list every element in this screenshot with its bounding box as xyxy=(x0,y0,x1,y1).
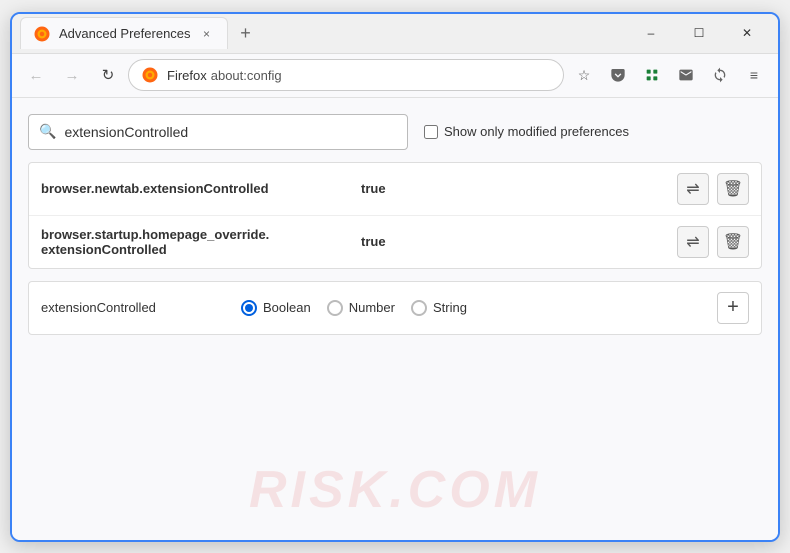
pocket-button[interactable] xyxy=(602,59,634,91)
reload-button[interactable]: ↻ xyxy=(92,59,124,91)
firefox-tab-icon xyxy=(33,25,51,43)
show-modified-checkbox[interactable] xyxy=(424,125,438,139)
search-area: 🔍 Show only modified preferences xyxy=(28,114,762,150)
browser-window: Advanced Preferences × + – ☐ ✕ ← → ↻ Fir… xyxy=(10,12,780,542)
pref-name-2: browser.startup.homepage_override. exten… xyxy=(41,227,361,257)
pref-value-1: true xyxy=(361,181,677,196)
type-number[interactable]: Number xyxy=(327,300,395,316)
trash-icon-2: 🗑 xyxy=(723,232,743,252)
row-1-actions: ⇌ 🗑 xyxy=(677,173,749,205)
results-table: browser.newtab.extensionControlled true … xyxy=(28,162,762,269)
forward-button[interactable]: → xyxy=(56,59,88,91)
boolean-label: Boolean xyxy=(263,300,311,315)
number-label: Number xyxy=(349,300,395,315)
search-input[interactable] xyxy=(64,124,397,140)
extension-icon xyxy=(644,67,660,83)
address-origin: Firefox xyxy=(167,68,207,83)
watermark: RISK.COM xyxy=(249,460,541,520)
trash-icon-1: 🗑 xyxy=(723,179,743,199)
boolean-radio[interactable] xyxy=(241,300,257,316)
address-path: about:config xyxy=(211,68,282,83)
show-modified-label[interactable]: Show only modified preferences xyxy=(424,124,629,139)
minimize-button[interactable]: – xyxy=(628,17,674,49)
swap-button-2[interactable]: ⇌ xyxy=(677,226,709,258)
title-bar: Advanced Preferences × + – ☐ ✕ xyxy=(12,14,778,54)
search-wrapper[interactable]: 🔍 xyxy=(28,114,408,150)
pref-name-2-line2: extensionControlled xyxy=(41,242,361,257)
show-modified-text: Show only modified preferences xyxy=(444,124,629,139)
bookmark-button[interactable]: ☆ xyxy=(568,59,600,91)
delete-button-1[interactable]: 🗑 xyxy=(717,173,749,205)
pref-value-2: true xyxy=(361,234,677,249)
tab-close-button[interactable]: × xyxy=(199,26,215,42)
nav-icons: ☆ xyxy=(568,59,770,91)
sync-button[interactable] xyxy=(704,59,736,91)
pref-name-2-line1: browser.startup.homepage_override. xyxy=(41,227,361,242)
swap-icon-1: ⇌ xyxy=(686,179,699,199)
address-text: Firefox about:config xyxy=(167,68,282,83)
search-icon: 🔍 xyxy=(39,123,56,140)
tab-title: Advanced Preferences xyxy=(59,26,191,41)
back-button[interactable]: ← xyxy=(20,59,52,91)
add-pref-button[interactable]: + xyxy=(717,292,749,324)
swap-button-1[interactable]: ⇌ xyxy=(677,173,709,205)
string-radio[interactable] xyxy=(411,300,427,316)
type-options: Boolean Number String xyxy=(241,300,697,316)
type-string[interactable]: String xyxy=(411,300,467,316)
email-icon xyxy=(678,67,694,83)
number-radio[interactable] xyxy=(327,300,343,316)
pocket-icon xyxy=(610,67,626,83)
address-bar[interactable]: Firefox about:config xyxy=(128,59,564,91)
new-pref-name: extensionControlled xyxy=(41,300,221,315)
delete-button-2[interactable]: 🗑 xyxy=(717,226,749,258)
main-content: RISK.COM 🔍 Show only modified preference… xyxy=(12,98,778,540)
row-2-actions: ⇌ 🗑 xyxy=(677,226,749,258)
menu-button[interactable]: ≡ xyxy=(738,59,770,91)
close-button[interactable]: ✕ xyxy=(724,17,770,49)
table-row: browser.startup.homepage_override. exten… xyxy=(29,216,761,268)
table-row: browser.newtab.extensionControlled true … xyxy=(29,163,761,216)
nav-bar: ← → ↻ Firefox about:config ☆ xyxy=(12,54,778,98)
maximize-button[interactable]: ☐ xyxy=(676,17,722,49)
window-controls: – ☐ ✕ xyxy=(628,17,770,49)
string-label: String xyxy=(433,300,467,315)
swap-icon-2: ⇌ xyxy=(686,232,699,252)
active-tab[interactable]: Advanced Preferences × xyxy=(20,17,228,49)
email-button[interactable] xyxy=(670,59,702,91)
add-pref-row: extensionControlled Boolean Number Strin… xyxy=(28,281,762,335)
extension-button[interactable] xyxy=(636,59,668,91)
type-boolean[interactable]: Boolean xyxy=(241,300,311,316)
pref-name-1: browser.newtab.extensionControlled xyxy=(41,181,361,196)
new-tab-button[interactable]: + xyxy=(232,19,260,47)
firefox-browser-icon xyxy=(141,66,159,84)
sync-icon xyxy=(712,67,728,83)
